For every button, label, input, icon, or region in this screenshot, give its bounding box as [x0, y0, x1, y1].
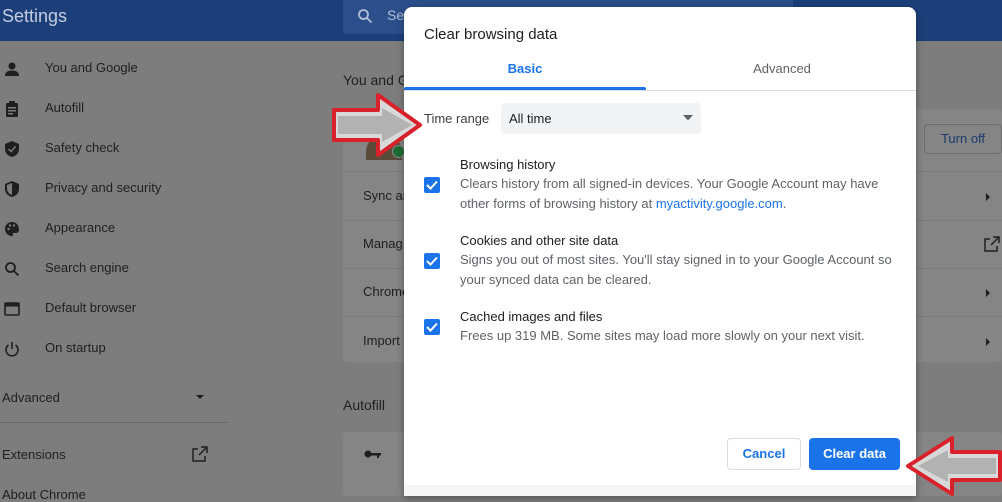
cached-images-desc: Frees up 319 MB. Some sites may load mor…	[460, 328, 865, 343]
search-icon	[5, 262, 20, 277]
tab-advanced[interactable]: Advanced	[662, 56, 902, 90]
cancel-button[interactable]: Cancel	[727, 438, 801, 470]
sidebar-item-label: On startup	[45, 340, 106, 355]
time-range-select[interactable]: All time	[501, 103, 701, 134]
cached-images-title: Cached images and files	[460, 309, 603, 324]
dialog-footer	[404, 485, 916, 496]
cached-images-checkbox[interactable]	[424, 319, 440, 335]
chrome-name-row[interactable]: Chrome	[363, 284, 409, 299]
chevron-right-icon	[986, 289, 990, 297]
time-range-label: Time range	[424, 111, 490, 126]
sidebar-item-extensions[interactable]: Extensions	[2, 447, 66, 462]
shield-check-icon	[5, 141, 19, 157]
manage-row[interactable]: Manag	[363, 236, 403, 251]
sidebar-item-autofill[interactable]: Autofill	[0, 89, 225, 129]
dialog-title: Clear browsing data	[424, 26, 558, 43]
cookies-desc: Signs you out of most sites. You'll stay…	[460, 252, 892, 287]
sidebar-item-label: Autofill	[45, 100, 85, 115]
checkmark-icon	[426, 180, 438, 190]
time-range-value: All time	[509, 111, 552, 126]
sidebar-item-label: Search engine	[45, 260, 129, 275]
cookies-title: Cookies and other site data	[460, 233, 619, 248]
person-icon	[5, 62, 19, 76]
palette-icon	[5, 222, 19, 236]
sidebar-item-privacy[interactable]: Privacy and security	[0, 169, 225, 209]
sync-row[interactable]: Sync an	[363, 188, 410, 203]
sidebar-item-default-browser[interactable]: Default browser	[0, 289, 225, 329]
dropdown-arrow-icon	[683, 115, 693, 121]
chevron-down-icon	[196, 395, 204, 399]
browsing-history-checkbox[interactable]	[424, 177, 440, 193]
app-title: Settings	[2, 6, 68, 26]
annotation-arrow-left-icon	[906, 436, 1002, 496]
sidebar-item-on-startup[interactable]: On startup	[0, 329, 225, 369]
sidebar-item-safety-check[interactable]: Safety check	[0, 129, 225, 169]
annotation-arrow-right-icon	[332, 93, 422, 157]
sidebar-item-appearance[interactable]: Appearance	[0, 209, 225, 249]
cookies-checkbox[interactable]	[424, 253, 440, 269]
settings-sidebar: You and Google Autofill Safety check Pri…	[0, 41, 230, 502]
sidebar-item-search-engine[interactable]: Search engine	[0, 249, 225, 289]
sidebar-divider	[0, 422, 228, 423]
sidebar-item-label: Default browser	[45, 300, 137, 315]
section-heading-you: You and G	[343, 72, 409, 88]
checkmark-icon	[426, 256, 438, 266]
open-in-new-icon[interactable]	[192, 446, 208, 462]
turn-off-sync-button[interactable]: Turn off	[924, 124, 1002, 154]
search-placeholder: Se	[387, 7, 405, 23]
clear-data-button[interactable]: Clear data	[809, 438, 900, 470]
tab-basic[interactable]: Basic	[404, 56, 646, 90]
sidebar-item-label: Appearance	[45, 220, 116, 235]
power-icon	[5, 342, 19, 357]
key-icon	[364, 450, 381, 458]
myactivity-link[interactable]: myactivity.google.com	[656, 196, 783, 211]
open-in-new-icon	[984, 236, 1000, 252]
browsing-history-desc-end: .	[782, 196, 787, 211]
shield-icon	[5, 181, 19, 197]
import-row[interactable]: Import	[363, 333, 400, 348]
chevron-right-icon	[986, 338, 990, 346]
clipboard-icon	[6, 101, 18, 117]
section-heading-autofill: Autofill	[343, 397, 386, 413]
search-icon	[358, 9, 373, 24]
browsing-history-desc: Clears history from all signed-in device…	[460, 174, 900, 214]
clear-browsing-data-dialog: Clear browsing data Basic Advanced Time …	[404, 7, 916, 496]
sidebar-item-you-and-google[interactable]: You and Google	[0, 49, 225, 89]
browser-icon	[4, 302, 20, 316]
sidebar-item-label: Privacy and security	[45, 180, 162, 195]
sidebar-item-label: You and Google	[45, 60, 138, 75]
checkmark-icon	[426, 322, 438, 332]
sidebar-item-about[interactable]: About Chrome	[2, 487, 86, 502]
sidebar-advanced-toggle[interactable]: Advanced	[2, 390, 60, 405]
chevron-right-icon	[986, 193, 990, 201]
tab-divider	[404, 90, 916, 91]
sidebar-item-label: Safety check	[45, 140, 120, 155]
browsing-history-title: Browsing history	[460, 157, 556, 172]
